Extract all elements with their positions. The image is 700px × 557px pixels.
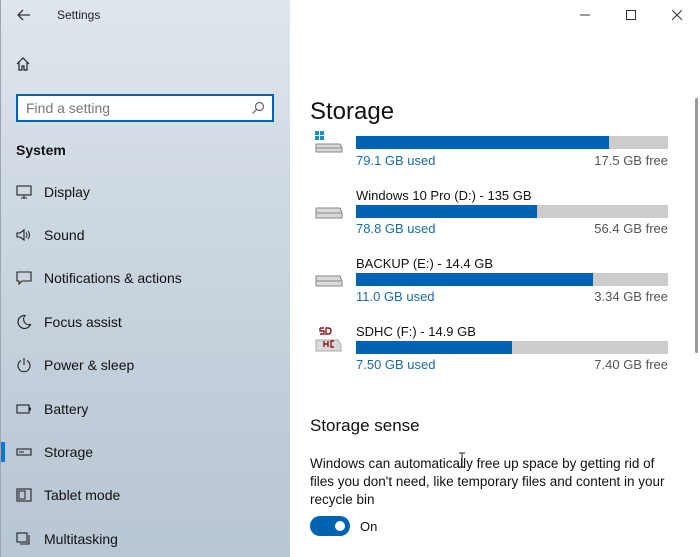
search-box[interactable] bbox=[16, 94, 274, 122]
toggle-knob bbox=[335, 521, 345, 531]
free-space: 17.5 GB free bbox=[594, 153, 668, 168]
sidebar-item-label: Focus assist bbox=[44, 313, 122, 330]
sidebar-item-focus-assist[interactable]: Focus assist bbox=[1, 300, 291, 343]
text-cursor-icon bbox=[459, 452, 465, 468]
minimize-icon bbox=[580, 14, 590, 16]
used-space: 11.0 GB used bbox=[356, 289, 435, 304]
search-input[interactable] bbox=[18, 96, 244, 120]
toggle-label: On bbox=[360, 519, 378, 534]
sidebar-nav: Display Sound Notifications & actions Fo… bbox=[1, 170, 291, 557]
moon-icon bbox=[15, 313, 33, 331]
used-space: 79.1 GB used bbox=[356, 153, 436, 168]
page-title: Storage bbox=[310, 98, 395, 125]
window-controls bbox=[562, 0, 700, 30]
storage-sense-toggle[interactable] bbox=[310, 516, 350, 536]
usage-bar bbox=[356, 273, 668, 286]
sidebar-item-label: Power & sleep bbox=[44, 357, 135, 374]
sidebar-item-label: Display bbox=[44, 183, 90, 200]
sidebar-item-notifications[interactable]: Notifications & actions bbox=[1, 257, 291, 300]
multitasking-icon bbox=[15, 530, 33, 548]
tablet-icon bbox=[15, 486, 33, 504]
sidebar-item-label: Tablet mode bbox=[44, 487, 121, 504]
usage-bar bbox=[356, 341, 668, 354]
main-content: Storage 79.1 GB used 17.5 GB free Window… bbox=[290, 0, 700, 557]
back-arrow-icon bbox=[17, 9, 30, 21]
sidebar-item-storage[interactable]: Storage bbox=[1, 430, 291, 473]
usage-fill bbox=[356, 205, 537, 218]
free-space: 7.40 GB free bbox=[594, 357, 668, 372]
storage-sense-title: Storage sense bbox=[310, 416, 420, 435]
close-icon bbox=[672, 10, 682, 20]
usage-fill bbox=[356, 341, 512, 354]
sidebar-item-label: Sound bbox=[44, 227, 85, 244]
power-icon bbox=[15, 356, 33, 374]
titlebar-left: Settings bbox=[1, 0, 291, 30]
free-space: 3.34 GB free bbox=[594, 289, 668, 304]
drive-item[interactable]: Windows 10 Pro (D:) - 135 GB 78.8 GB use… bbox=[290, 188, 690, 248]
storage-icon bbox=[15, 443, 33, 461]
minimize-button[interactable] bbox=[562, 0, 608, 30]
sidebar-item-label: Storage bbox=[44, 444, 94, 461]
scrollbar[interactable] bbox=[695, 98, 698, 353]
usage-bar bbox=[356, 205, 668, 218]
maximize-icon bbox=[626, 10, 636, 20]
sidebar: Settings System Display Sound Notificati… bbox=[0, 0, 290, 557]
drive-name: Windows 10 Pro (D:) - 135 GB bbox=[356, 188, 532, 203]
storage-sense-description: Windows can automatically free up space … bbox=[310, 456, 665, 507]
notification-icon bbox=[15, 269, 33, 287]
drive-name: SDHC (F:) - 14.9 GB bbox=[356, 324, 476, 339]
usage-fill bbox=[356, 273, 594, 286]
sidebar-item-power-sleep[interactable]: Power & sleep bbox=[1, 344, 291, 387]
sidebar-item-battery[interactable]: Battery bbox=[1, 387, 291, 430]
sidebar-item-multitasking[interactable]: Multitasking bbox=[1, 517, 291, 557]
drive-name: BACKUP (E:) - 14.4 GB bbox=[356, 256, 494, 271]
windows-drive-icon bbox=[315, 131, 343, 153]
back-button[interactable] bbox=[13, 4, 35, 26]
drive-item[interactable]: BACKUP (E:) - 14.4 GB 11.0 GB used 3.34 … bbox=[290, 256, 690, 316]
speaker-icon bbox=[15, 226, 33, 244]
drive-item[interactable]: SDHC (F:) - 14.9 GB 7.50 GB used 7.40 GB… bbox=[290, 324, 690, 384]
section-title: System bbox=[16, 142, 66, 158]
drive-icon bbox=[315, 207, 343, 219]
search-icon[interactable] bbox=[250, 100, 266, 116]
used-space: 7.50 GB used bbox=[356, 357, 436, 372]
usage-fill bbox=[356, 136, 609, 149]
home-icon bbox=[16, 57, 30, 71]
sidebar-item-label: Battery bbox=[44, 400, 89, 417]
used-space: 78.8 GB used bbox=[356, 221, 436, 236]
sdhc-card-icon bbox=[315, 326, 342, 352]
drive-icon bbox=[315, 275, 343, 287]
free-space: 56.4 GB free bbox=[594, 221, 668, 236]
sidebar-item-label: Multitasking bbox=[44, 530, 118, 547]
app-title: Settings bbox=[57, 8, 101, 22]
battery-icon bbox=[15, 400, 33, 418]
sidebar-item-tablet-mode[interactable]: Tablet mode bbox=[1, 474, 291, 517]
drive-item[interactable]: 79.1 GB used 17.5 GB free bbox=[290, 128, 690, 188]
sidebar-item-sound[interactable]: Sound bbox=[1, 213, 291, 256]
close-button[interactable] bbox=[654, 0, 700, 30]
home-button[interactable] bbox=[15, 56, 35, 76]
usage-bar bbox=[356, 136, 668, 149]
maximize-button[interactable] bbox=[608, 0, 654, 30]
sidebar-item-label: Notifications & actions bbox=[44, 270, 182, 287]
monitor-icon bbox=[15, 183, 33, 201]
sidebar-item-display[interactable]: Display bbox=[1, 170, 291, 213]
